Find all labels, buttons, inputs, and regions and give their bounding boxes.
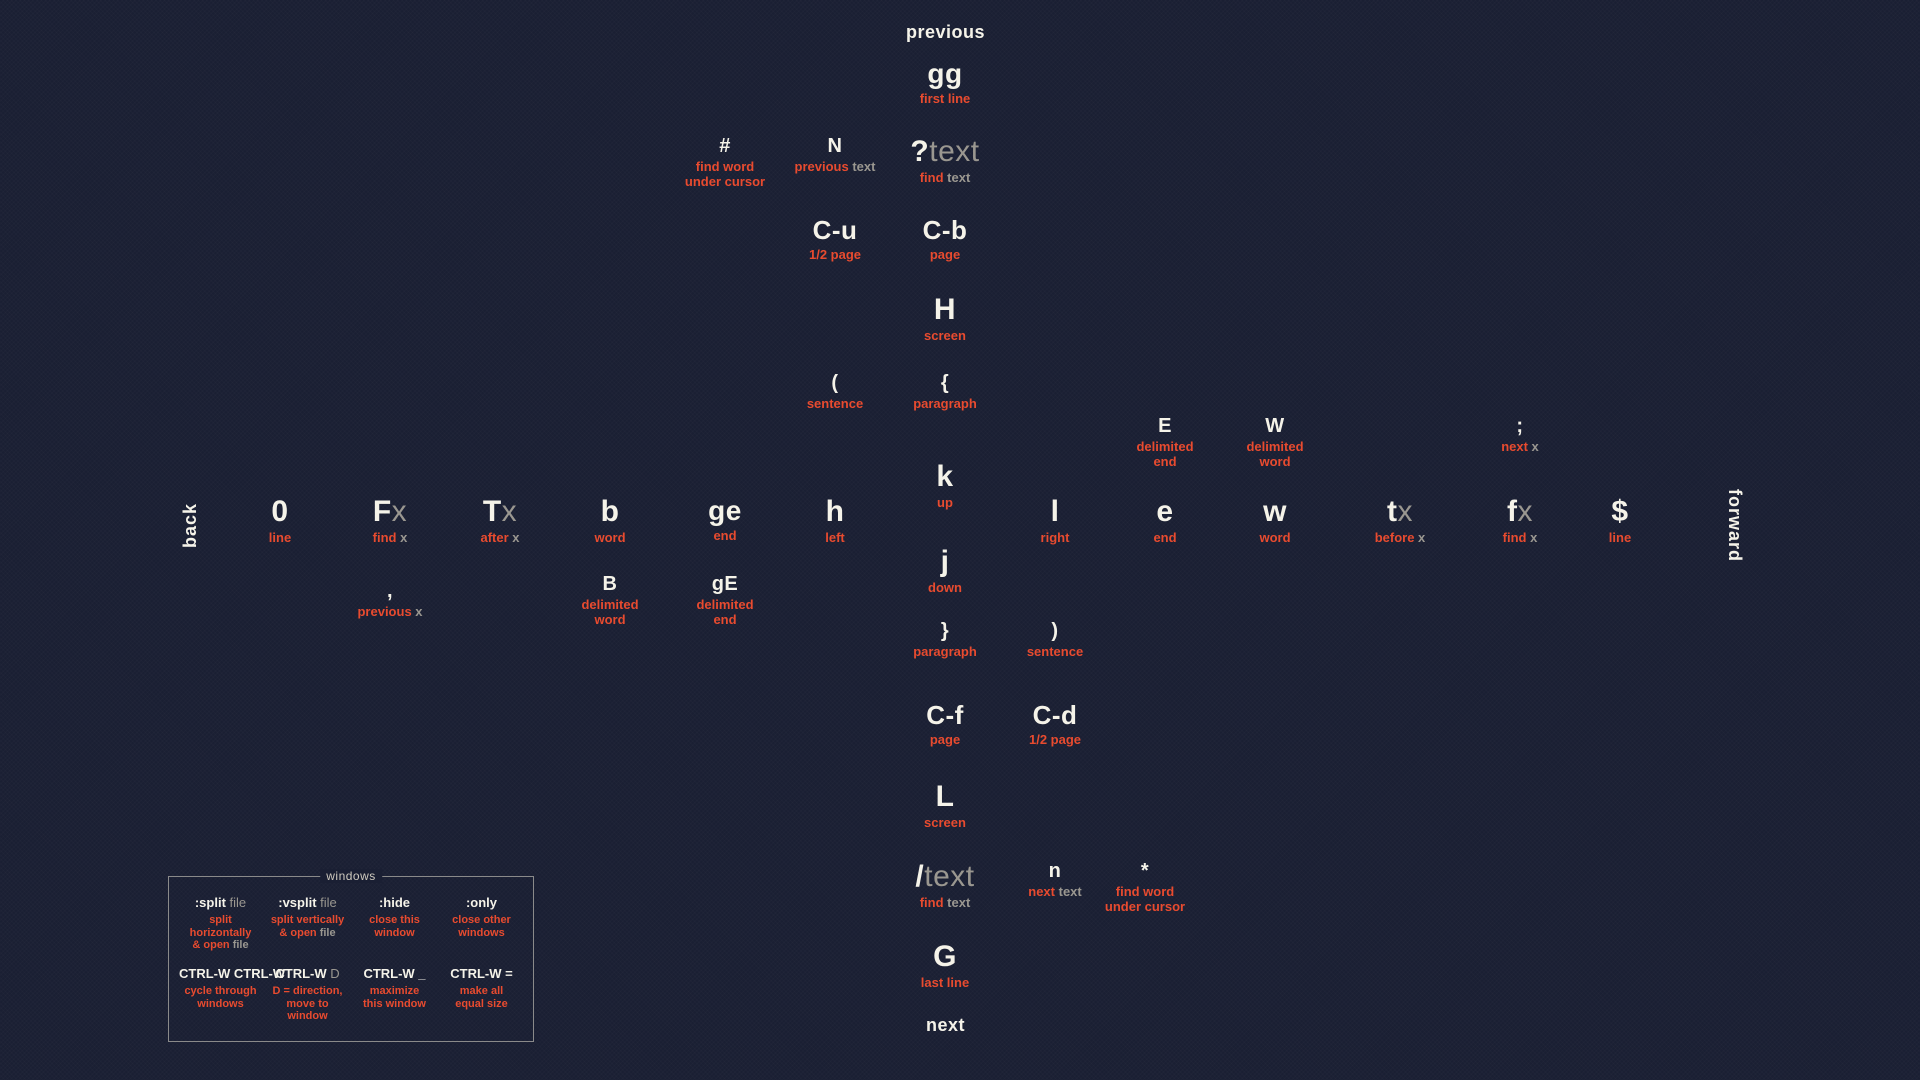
motion-cell: Wdelimited word bbox=[1215, 415, 1335, 470]
motion-cell: }paragraph bbox=[885, 620, 1005, 660]
motion-cell: wword bbox=[1215, 495, 1335, 546]
motion-cell: hleft bbox=[775, 495, 895, 546]
windows-box-title: windows bbox=[320, 869, 382, 883]
motion-cell: /textfind text bbox=[885, 860, 1005, 911]
label-next: next bbox=[926, 1015, 965, 1036]
motion-cell: Txafter x bbox=[440, 495, 560, 546]
motion-cell: kup bbox=[885, 460, 1005, 511]
motion-cell: C-fpage bbox=[885, 700, 1005, 748]
windows-cell: CTRL-W DD = direction, move to window bbox=[264, 962, 351, 1033]
motion-cell: (sentence bbox=[775, 372, 895, 412]
motion-cell: Lscreen bbox=[885, 780, 1005, 831]
motion-cell: *find word under cursor bbox=[1085, 860, 1205, 915]
motion-cell: bword bbox=[550, 495, 670, 546]
windows-box: windows :split filesplit horizontally & … bbox=[168, 876, 534, 1042]
motion-cell: #find word under cursor bbox=[665, 135, 785, 190]
motion-cell: Edelimited end bbox=[1105, 415, 1225, 470]
motion-cell: C-u1/2 page bbox=[775, 215, 895, 263]
motion-cell: eend bbox=[1105, 495, 1225, 546]
motion-cell: ?textfind text bbox=[885, 135, 1005, 186]
motion-cell: gEdelimited end bbox=[665, 573, 785, 628]
motion-cell: Hscreen bbox=[885, 293, 1005, 344]
motion-cell: Nprevious text bbox=[775, 135, 895, 175]
motion-cell: {paragraph bbox=[885, 372, 1005, 412]
motion-cell: 0line bbox=[220, 495, 340, 546]
motion-cell: txbefore x bbox=[1340, 495, 1460, 546]
label-forward: forward bbox=[1724, 489, 1745, 562]
motion-cell: )sentence bbox=[995, 620, 1115, 660]
windows-cell: CTRL-W CTRL-Wcycle through windows bbox=[177, 962, 264, 1033]
windows-cell: :onlyclose other windows bbox=[438, 891, 525, 962]
windows-cell: :hideclose this window bbox=[351, 891, 438, 962]
motion-cell: ;next x bbox=[1460, 415, 1580, 455]
motion-cell: Glast line bbox=[885, 940, 1005, 991]
label-previous: previous bbox=[906, 22, 985, 43]
windows-cell: :vsplit filesplit vertically & open file bbox=[264, 891, 351, 962]
motion-cell: C-d1/2 page bbox=[995, 700, 1115, 748]
windows-cell: CTRL-W _maximize this window bbox=[351, 962, 438, 1033]
motion-cell: ggfirst line bbox=[885, 58, 1005, 107]
motion-cell: lright bbox=[995, 495, 1115, 546]
label-back: back bbox=[180, 503, 201, 548]
windows-cell: :split filesplit horizontally & open fil… bbox=[177, 891, 264, 962]
motion-cell: geend bbox=[665, 495, 785, 544]
windows-cell: CTRL-W =make all equal size bbox=[438, 962, 525, 1033]
motion-cell: Fxfind x bbox=[330, 495, 450, 546]
motion-cell: $line bbox=[1560, 495, 1680, 546]
motion-cell: C-bpage bbox=[885, 215, 1005, 263]
motion-cell: Bdelimited word bbox=[550, 573, 670, 628]
motion-cell: ,previous x bbox=[330, 580, 450, 620]
motion-cell: jdown bbox=[885, 545, 1005, 596]
